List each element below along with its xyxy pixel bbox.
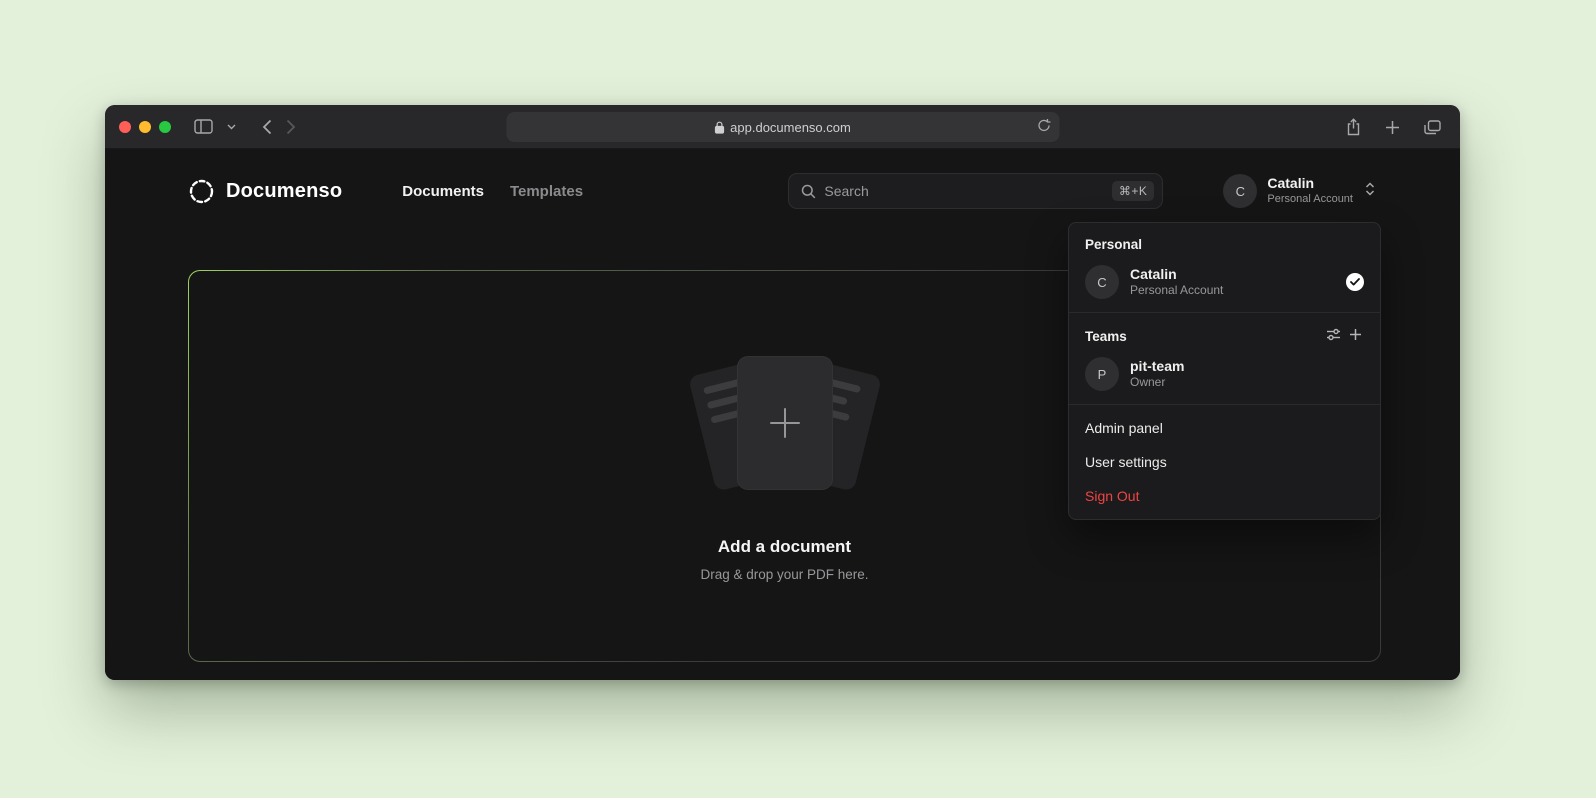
back-icon[interactable] bbox=[255, 113, 279, 141]
search-box[interactable]: ⌘+K bbox=[788, 173, 1163, 209]
personal-name: Catalin bbox=[1130, 265, 1223, 283]
brand-name: Documenso bbox=[226, 180, 342, 203]
team-role: Owner bbox=[1130, 375, 1184, 391]
address-url: app.documenso.com bbox=[730, 120, 851, 135]
account-subtitle: Personal Account bbox=[1267, 193, 1353, 207]
team-item-text: pit-team Owner bbox=[1130, 357, 1184, 391]
app-header: Documenso Documents Templates ⌘+K C Cata… bbox=[105, 149, 1460, 233]
manage-teams-icon[interactable] bbox=[1322, 324, 1345, 345]
documenso-app: Documenso Documents Templates ⌘+K C Cata… bbox=[105, 149, 1460, 680]
documenso-logo-icon bbox=[188, 178, 215, 205]
nav-templates[interactable]: Templates bbox=[510, 183, 583, 200]
brand-home-link[interactable]: Documenso bbox=[188, 178, 342, 205]
account-name: Catalin bbox=[1267, 175, 1353, 193]
document-stack-illustration bbox=[675, 351, 895, 501]
selected-check bbox=[1346, 273, 1364, 291]
personal-account-item[interactable]: C Catalin Personal Account bbox=[1069, 258, 1380, 306]
lock-icon bbox=[714, 121, 724, 134]
teams-section-heading: Teams bbox=[1069, 319, 1322, 350]
close-window-button[interactable] bbox=[119, 121, 131, 133]
account-text: Catalin Personal Account bbox=[1267, 175, 1353, 206]
zoom-window-button[interactable] bbox=[159, 121, 171, 133]
personal-account-text: Catalin Personal Account bbox=[1130, 265, 1223, 299]
create-team-plus-icon[interactable] bbox=[1345, 324, 1366, 345]
chevron-up-down-icon bbox=[1365, 181, 1375, 202]
account-menu: Personal C Catalin Personal Account Team… bbox=[1068, 222, 1381, 520]
team-item-pit-team[interactable]: P pit-team Owner bbox=[1069, 350, 1380, 398]
browser-window: app.documenso.com bbox=[105, 105, 1460, 680]
menu-item-user-settings[interactable]: User settings bbox=[1069, 445, 1380, 479]
personal-section-heading: Personal bbox=[1069, 227, 1380, 258]
dropzone-title: Add a document bbox=[718, 537, 851, 557]
forward-icon[interactable] bbox=[279, 113, 303, 141]
personal-avatar: C bbox=[1085, 265, 1119, 299]
dropzone-subtitle: Drag & drop your PDF here. bbox=[700, 567, 868, 582]
search-icon bbox=[801, 184, 816, 199]
sidebar-toggle-icon[interactable] bbox=[187, 113, 220, 141]
add-document-plus-icon bbox=[770, 408, 800, 438]
minimize-window-button[interactable] bbox=[139, 121, 151, 133]
menu-item-sign-out[interactable]: Sign Out bbox=[1069, 479, 1380, 513]
browser-toolbar: app.documenso.com bbox=[105, 105, 1460, 149]
sidebar-chevron-icon[interactable] bbox=[220, 113, 243, 141]
main-nav: Documents Templates bbox=[402, 183, 583, 200]
address-bar[interactable]: app.documenso.com bbox=[506, 112, 1059, 142]
team-avatar: P bbox=[1085, 357, 1119, 391]
share-icon[interactable] bbox=[1339, 113, 1368, 141]
nav-documents[interactable]: Documents bbox=[402, 183, 484, 200]
menu-divider bbox=[1069, 404, 1380, 405]
account-menu-button[interactable]: C Catalin Personal Account bbox=[1223, 174, 1375, 208]
traffic-lights bbox=[119, 121, 171, 133]
search-input[interactable] bbox=[824, 183, 1103, 199]
search-shortcut-badge: ⌘+K bbox=[1112, 181, 1155, 201]
tab-overview-icon[interactable] bbox=[1417, 113, 1448, 141]
team-name: pit-team bbox=[1130, 357, 1184, 375]
document-card-center bbox=[738, 357, 832, 489]
personal-subtitle: Personal Account bbox=[1130, 283, 1223, 299]
teams-section-row: Teams bbox=[1069, 319, 1380, 350]
reload-icon[interactable] bbox=[1037, 118, 1050, 136]
check-icon bbox=[1346, 273, 1364, 291]
menu-divider bbox=[1069, 312, 1380, 313]
account-avatar: C bbox=[1223, 174, 1257, 208]
menu-item-admin-panel[interactable]: Admin panel bbox=[1069, 411, 1380, 445]
new-tab-plus-icon[interactable] bbox=[1378, 113, 1407, 141]
toolbar-right-actions bbox=[1339, 105, 1448, 149]
